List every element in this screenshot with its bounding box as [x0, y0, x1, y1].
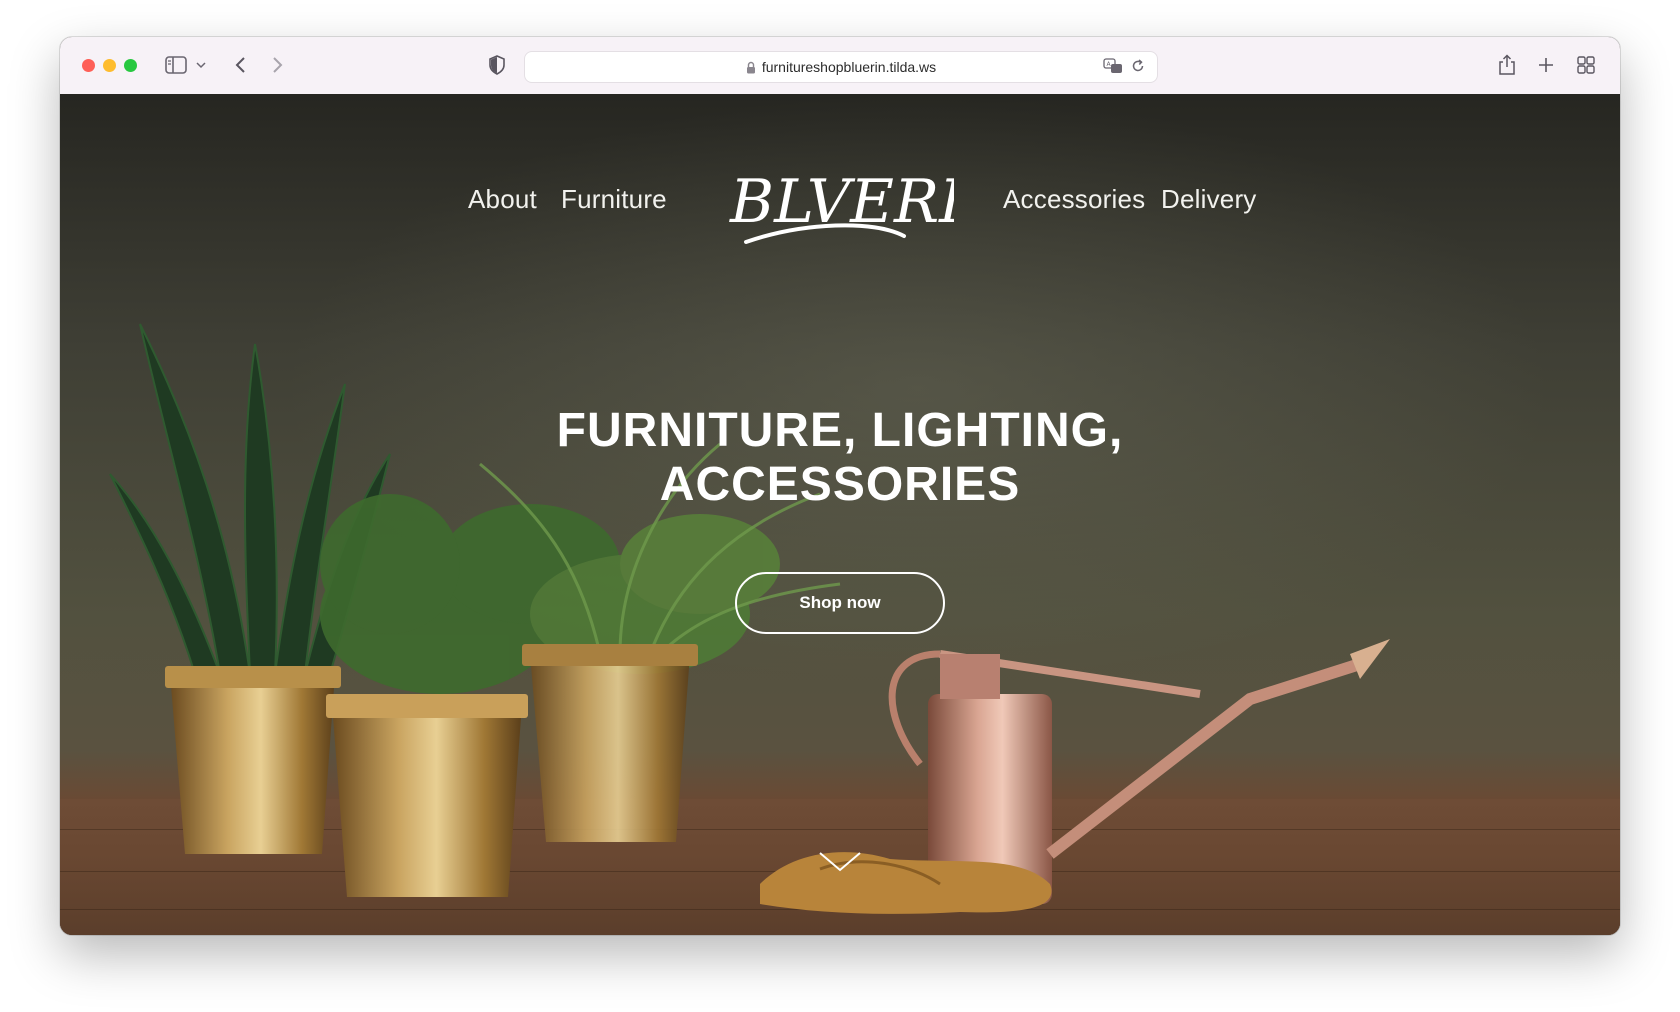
sidebar-icon[interactable] [165, 53, 187, 77]
hero-headline: FURNITURE, LIGHTING, ACCESSORIES [440, 404, 1240, 512]
scroll-down-arrow-icon[interactable] [818, 850, 862, 874]
zoom-window-button[interactable] [124, 59, 137, 72]
forward-icon[interactable] [272, 53, 284, 77]
share-icon[interactable] [1498, 53, 1516, 77]
hero-headline-line1: FURNITURE, LIGHTING, [556, 404, 1124, 457]
minimize-window-button[interactable] [103, 59, 116, 72]
browser-window: furnitureshopbluerin.tilda.ws A About Fu… [60, 37, 1620, 935]
reload-icon[interactable] [1131, 59, 1145, 76]
back-icon[interactable] [234, 53, 246, 77]
privacy-shield-icon[interactable] [488, 53, 506, 77]
svg-text:A: A [1107, 61, 1112, 68]
shop-now-button[interactable]: Shop now [735, 572, 945, 634]
lock-icon [746, 61, 756, 74]
nav-furniture-link[interactable]: Furniture [561, 184, 667, 215]
close-window-button[interactable] [82, 59, 95, 72]
nav-about-link[interactable]: About [468, 184, 537, 215]
browser-toolbar: furnitureshopbluerin.tilda.ws A [60, 37, 1620, 95]
new-tab-icon[interactable] [1538, 53, 1554, 77]
chevron-down-icon[interactable] [196, 53, 206, 77]
nav-delivery-link[interactable]: Delivery [1161, 184, 1257, 215]
hero-headline-line2: ACCESSORIES [659, 458, 1021, 511]
address-bar[interactable]: furnitureshopbluerin.tilda.ws A [524, 51, 1158, 83]
brass-pot-right [530, 654, 690, 842]
brass-pot-left [170, 674, 335, 854]
nav-accessories-link[interactable]: Accessories [1003, 184, 1145, 215]
hero-section: About Furniture BLVERIN Accessories Deli… [60, 94, 1620, 935]
url-text: furnitureshopbluerin.tilda.ws [761, 59, 937, 75]
brass-pot-center [332, 704, 522, 897]
translate-icon[interactable]: A [1103, 58, 1123, 77]
tab-overview-icon[interactable] [1577, 53, 1595, 77]
brand-logo[interactable]: BLVERIN [724, 164, 1018, 254]
